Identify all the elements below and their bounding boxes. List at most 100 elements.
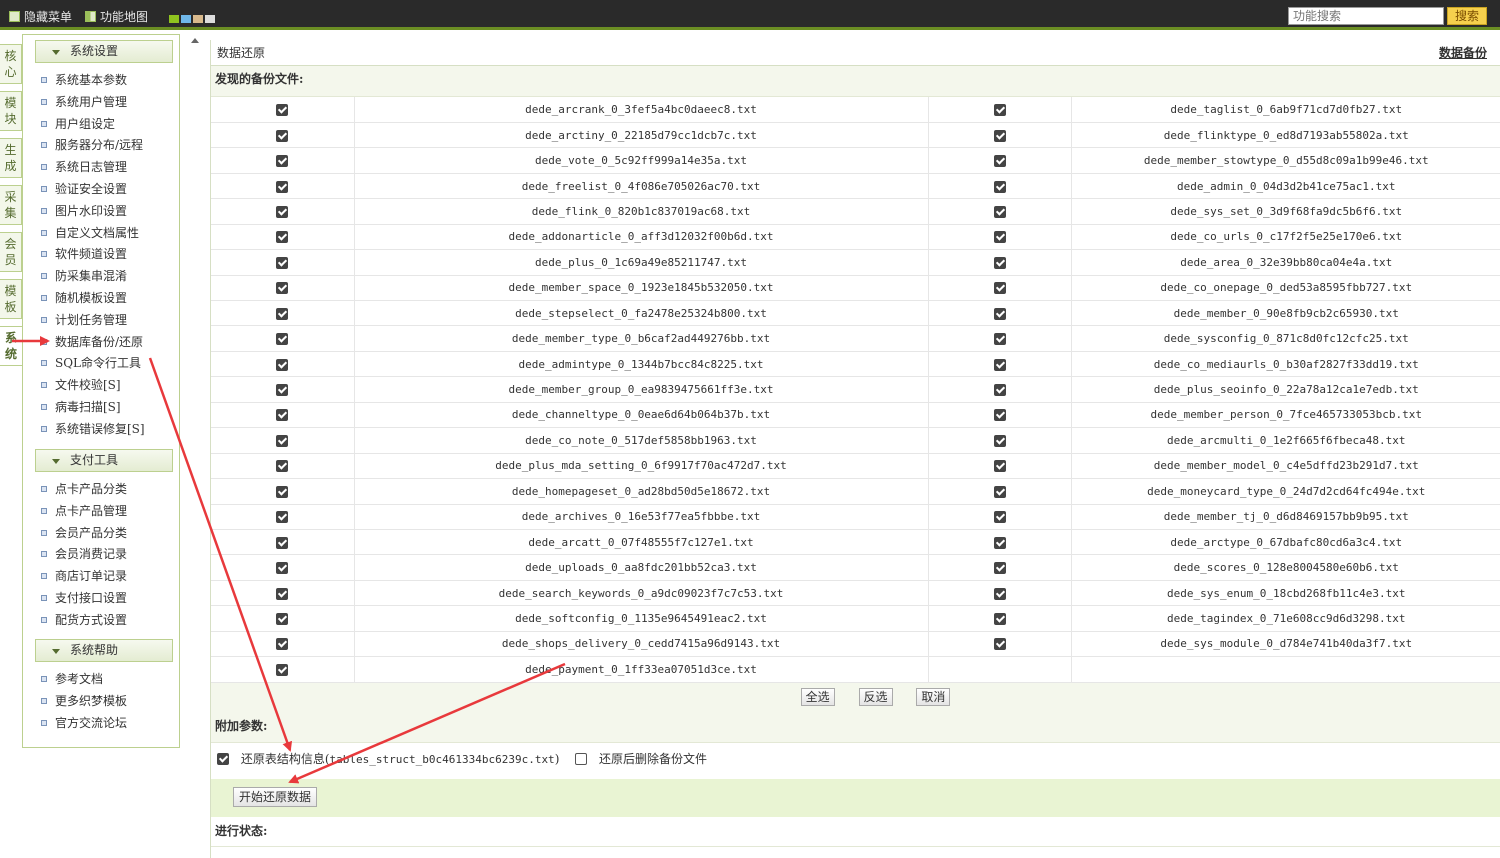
menu-item[interactable]: 文件校验[S] [41, 375, 181, 397]
cancel-selection-button[interactable]: 取消 [916, 687, 951, 706]
menu-item[interactable]: 计划任务管理 [41, 310, 181, 332]
menu-item[interactable]: 参考文档 [41, 669, 181, 691]
file-checkbox[interactable] [993, 587, 1006, 600]
skin-switcher[interactable] [169, 12, 217, 26]
menu-item[interactable]: 会员产品分类 [41, 523, 181, 545]
file-checkbox[interactable] [276, 103, 289, 116]
menu-item[interactable]: 系统用户管理 [41, 92, 181, 114]
file-checkbox[interactable] [276, 256, 289, 269]
file-checkbox[interactable] [993, 205, 1006, 218]
file-checkbox[interactable] [993, 536, 1006, 549]
file-checkbox[interactable] [276, 333, 289, 346]
menu-item[interactable]: 配货方式设置 [41, 610, 181, 632]
file-checkbox[interactable] [276, 536, 289, 549]
vtab-0[interactable]: 核心 [0, 44, 22, 84]
menu-item[interactable]: 自定义文档属性 [41, 223, 181, 245]
menu-group-header[interactable]: 系统设置 [35, 40, 173, 63]
menu-item[interactable]: 会员消费记录 [41, 544, 181, 566]
delete-after-checkbox[interactable] [575, 753, 588, 766]
file-checkbox[interactable] [276, 180, 289, 193]
menu-item[interactable]: 病毒扫描[S] [41, 397, 181, 419]
file-checkbox[interactable] [993, 307, 1006, 320]
menu-item[interactable]: 图片水印设置 [41, 201, 181, 223]
file-checkbox[interactable] [993, 638, 1006, 651]
file-checkbox[interactable] [993, 409, 1006, 422]
file-checkbox[interactable] [993, 103, 1006, 116]
menu-group-header[interactable]: 系统帮助 [35, 639, 173, 662]
file-checkbox[interactable] [276, 384, 289, 397]
file-checkbox[interactable] [993, 282, 1006, 295]
file-checkbox[interactable] [993, 384, 1006, 397]
collapse-arrow-icon[interactable] [191, 38, 199, 43]
file-checkbox[interactable] [993, 612, 1006, 625]
menu-item[interactable]: 验证安全设置 [41, 179, 181, 201]
file-checkbox[interactable] [276, 205, 289, 218]
file-checkbox[interactable] [993, 434, 1006, 447]
menu-item[interactable]: 点卡产品分类 [41, 479, 181, 501]
menu-item[interactable]: 点卡产品管理 [41, 501, 181, 523]
file-checkbox[interactable] [276, 485, 289, 498]
restore-struct-checkbox[interactable] [217, 753, 229, 766]
file-checkbox[interactable] [276, 358, 289, 371]
start-restore-button[interactable]: 开始还原数据 [233, 786, 318, 807]
menu-item[interactable]: 数据库备份/还原 [41, 332, 181, 354]
vtab-5[interactable]: 模板 [0, 279, 22, 319]
file-checkbox[interactable] [276, 409, 289, 422]
menu-item[interactable]: 支付接口设置 [41, 588, 181, 610]
vtab-1[interactable]: 模块 [0, 91, 22, 131]
file-checkbox[interactable] [276, 587, 289, 600]
menu-item[interactable]: 系统基本参数 [41, 70, 181, 92]
skin-option-1[interactable] [169, 15, 179, 23]
select-all-button[interactable]: 全选 [800, 687, 835, 706]
menu-item[interactable]: 商店订单记录 [41, 566, 181, 588]
file-checkbox[interactable] [993, 256, 1006, 269]
file-checkbox[interactable] [276, 663, 289, 676]
file-checkbox[interactable] [276, 562, 289, 575]
menu-item[interactable]: 官方交流论坛 [41, 713, 181, 735]
vtab-4[interactable]: 会员 [0, 232, 22, 272]
file-checkbox[interactable] [993, 155, 1006, 168]
file-checkbox[interactable] [276, 282, 289, 295]
hide-menu-link[interactable]: 隐藏菜单 [9, 8, 72, 25]
skin-option-3[interactable] [193, 15, 203, 23]
file-checkbox[interactable] [993, 231, 1006, 244]
menu-item[interactable]: SQL命令行工具 [41, 353, 181, 375]
menu-item[interactable]: 软件频道设置 [41, 244, 181, 266]
invert-selection-button[interactable]: 反选 [858, 687, 893, 706]
file-checkbox[interactable] [276, 460, 289, 473]
file-checkbox[interactable] [276, 155, 289, 168]
file-checkbox[interactable] [993, 562, 1006, 575]
file-checkbox[interactable] [993, 333, 1006, 346]
file-checkbox[interactable] [993, 460, 1006, 473]
menu-item[interactable]: 用户组设定 [41, 114, 181, 136]
sidebar-collapse-bar[interactable] [186, 34, 206, 858]
menu-item[interactable]: 系统错误修复[S] [41, 419, 181, 441]
file-checkbox[interactable] [276, 307, 289, 320]
skin-option-4[interactable] [205, 15, 215, 23]
vtab-6[interactable]: 系统 [0, 326, 22, 366]
file-checkbox[interactable] [276, 612, 289, 625]
function-search-input[interactable] [1288, 7, 1444, 25]
vtab-3[interactable]: 采集 [0, 185, 22, 225]
search-button[interactable]: 搜索 [1447, 7, 1487, 25]
menu-item[interactable]: 系统日志管理 [41, 157, 181, 179]
file-checkbox[interactable] [993, 511, 1006, 524]
file-checkbox[interactable] [276, 129, 289, 142]
file-checkbox[interactable] [276, 231, 289, 244]
menu-group-header[interactable]: 支付工具 [35, 449, 173, 472]
file-checkbox[interactable] [276, 638, 289, 651]
menu-item[interactable]: 随机模板设置 [41, 288, 181, 310]
function-map-link[interactable]: 功能地图 [85, 8, 148, 25]
skin-option-2[interactable] [181, 15, 191, 23]
file-checkbox[interactable] [993, 129, 1006, 142]
vtab-2[interactable]: 生成 [0, 138, 22, 178]
file-checkbox[interactable] [993, 358, 1006, 371]
file-checkbox[interactable] [993, 485, 1006, 498]
file-checkbox[interactable] [276, 434, 289, 447]
menu-item[interactable]: 更多织梦模板 [41, 691, 181, 713]
menu-item[interactable]: 防采集串混淆 [41, 266, 181, 288]
menu-item[interactable]: 服务器分布/远程 [41, 135, 181, 157]
file-checkbox[interactable] [993, 180, 1006, 193]
data-backup-link[interactable]: 数据备份 [1439, 40, 1487, 66]
file-checkbox[interactable] [276, 511, 289, 524]
